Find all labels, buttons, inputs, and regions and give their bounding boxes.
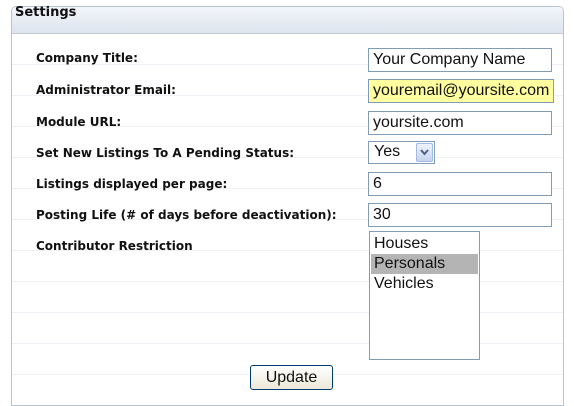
chevron-down-icon[interactable]: [416, 143, 433, 162]
pending-status-label: Set New Listings To A Pending Status:: [36, 146, 295, 160]
posting-life-label: Posting Life (# of days before deactivat…: [36, 208, 337, 222]
module-url-input[interactable]: yoursite.com: [368, 111, 552, 135]
pending-status-value: Yes: [374, 143, 401, 160]
admin-email-label: Administrator Email:: [36, 83, 176, 97]
module-url-label: Module URL:: [36, 115, 122, 129]
listings-per-page-label: Listings displayed per page:: [36, 177, 228, 191]
contributor-restriction-label: Contributor Restriction: [36, 239, 193, 253]
pending-status-select[interactable]: Yes: [368, 141, 435, 164]
panel-title: Settings: [15, 5, 77, 20]
admin-email-input[interactable]: youremail@yoursite.com: [368, 79, 554, 103]
contributor-restriction-listbox[interactable]: Houses Personals Vehicles: [369, 231, 480, 360]
listings-per-page-input[interactable]: 6: [368, 172, 552, 196]
panel-header: [12, 7, 563, 34]
company-title-input[interactable]: Your Company Name: [368, 48, 552, 72]
update-button[interactable]: Update: [250, 365, 333, 390]
list-option-vehicles[interactable]: Vehicles: [371, 274, 478, 294]
company-title-label: Company Title:: [36, 51, 138, 65]
list-option-houses[interactable]: Houses: [371, 234, 478, 254]
posting-life-input[interactable]: 30: [368, 203, 552, 227]
list-option-personals[interactable]: Personals: [371, 254, 478, 274]
